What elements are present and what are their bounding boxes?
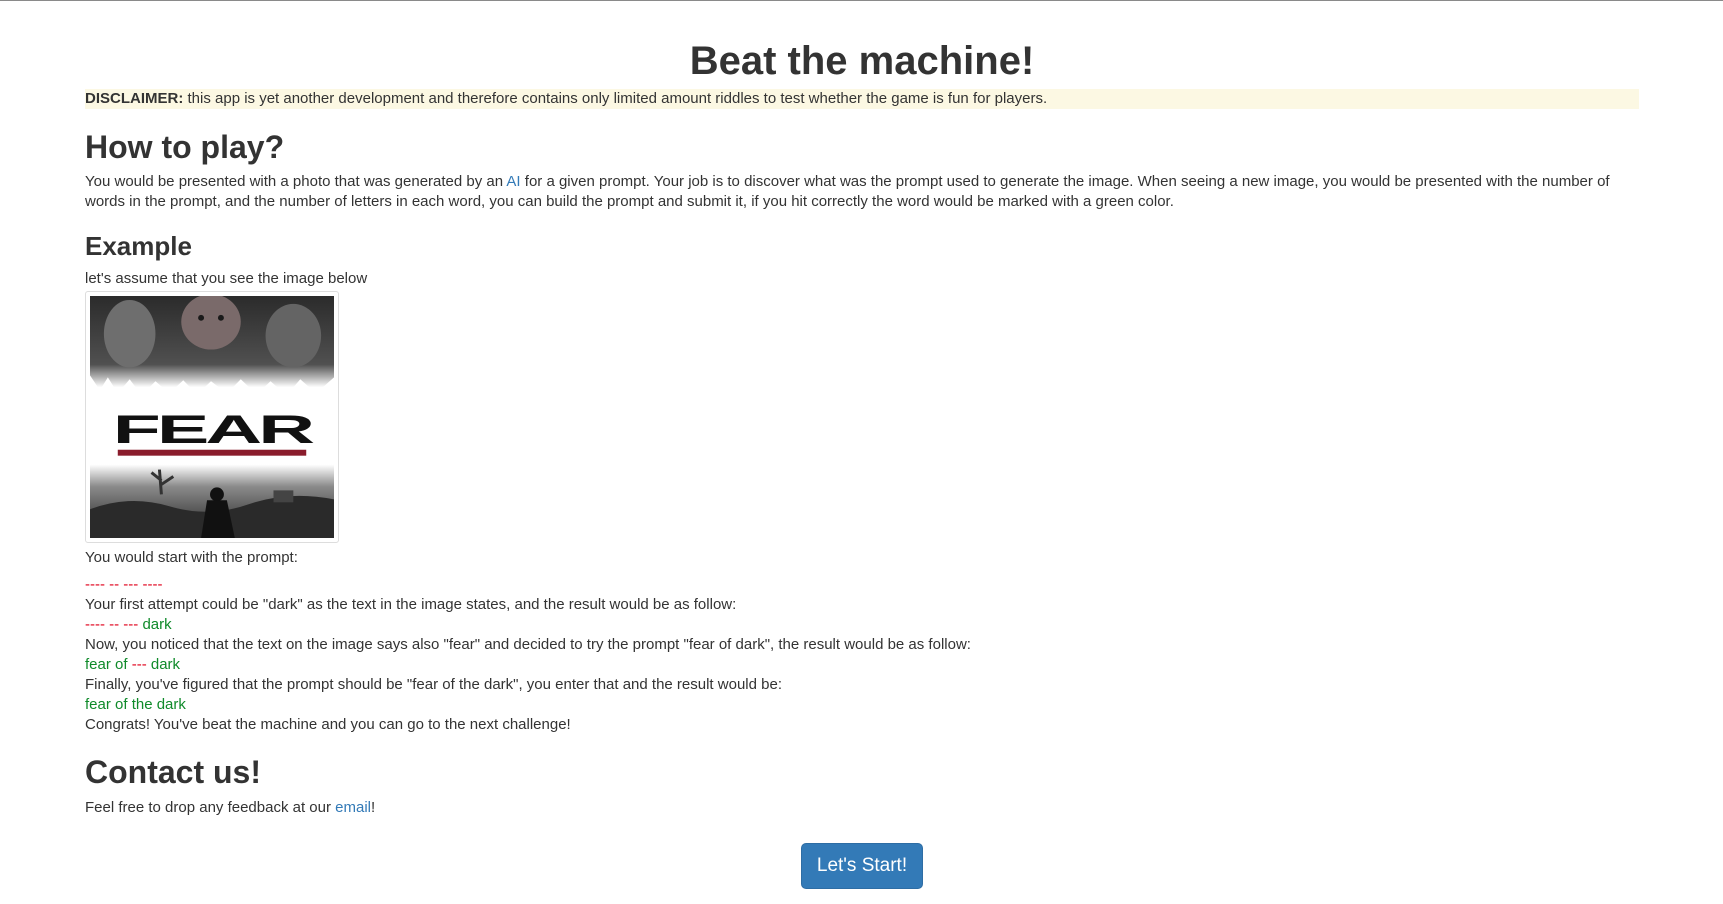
attempt3-text: Finally, you've figured that the prompt …: [85, 676, 782, 693]
attempt1-text: Your first attempt could be "dark" as th…: [85, 596, 737, 613]
contact-text-2: !: [371, 799, 376, 816]
attempt1-result: ---- -- --- dark: [85, 615, 172, 635]
start-prompt-text: You would start with the prompt:: [85, 549, 298, 566]
email-link[interactable]: email: [335, 799, 371, 816]
contact-paragraph: Feel free to drop any feedback at our em…: [85, 798, 375, 818]
attempt2-red: ---: [131, 656, 147, 673]
attempt1-green: dark: [142, 616, 172, 633]
fear-of-the-dark-image: FEAR: [90, 296, 334, 538]
example-image: FEAR: [85, 291, 339, 543]
lets-start-button[interactable]: Let's Start!: [801, 843, 923, 889]
attempt2-text: Now, you noticed that the text on the im…: [85, 636, 971, 653]
attempt2-green-1: fear of: [85, 656, 132, 673]
attempt2-result: fear of --- dark: [85, 655, 180, 675]
attempt3-result: fear of the dark: [85, 696, 186, 713]
example-intro: let's assume that you see the image belo…: [85, 270, 368, 287]
contact-heading: Contact us!: [85, 754, 261, 790]
how-to-play-paragraph: You would be presented with a photo that…: [85, 172, 1639, 212]
attempt2-green-2: dark: [146, 656, 181, 673]
how-to-play-heading: How to play?: [85, 129, 285, 165]
contact-text-1: Feel free to drop any feedback at our: [85, 799, 336, 816]
disclaimer-text: this app is yet another development and …: [183, 90, 1048, 107]
attempt1-red: ---- -- ---: [85, 616, 143, 633]
page-title: Beat the machine!: [689, 39, 1035, 83]
ai-link[interactable]: AI: [506, 173, 520, 190]
disclaimer-label: DISCLAIMER:: [85, 90, 184, 107]
example-heading: Example: [85, 231, 192, 261]
how-to-play-text-1: You would be presented with a photo that…: [85, 173, 507, 190]
congrats-text: Congrats! You've beat the machine and yo…: [85, 716, 571, 733]
disclaimer-banner: DISCLAIMER: this app is yet another deve…: [85, 89, 1639, 109]
prompt-initial: ---- -- --- ----: [85, 576, 163, 593]
svg-text:FEAR: FEAR: [113, 408, 314, 452]
